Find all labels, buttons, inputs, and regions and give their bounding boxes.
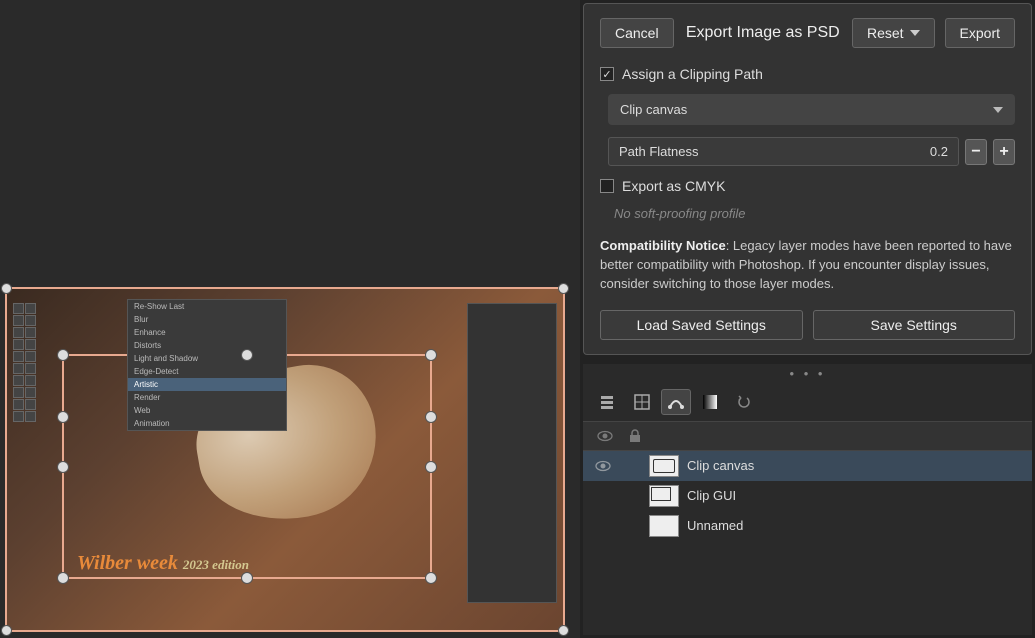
selection-handle[interactable] (57, 411, 69, 423)
path-thumbnail (649, 485, 679, 507)
path-label: Clip canvas (687, 458, 754, 473)
mode-paths[interactable] (661, 389, 691, 415)
path-flatness-value: 0.2 (930, 144, 948, 159)
canvas-image: Re-Show LastBlurEnhance DistortsLight an… (7, 289, 563, 630)
path-row[interactable]: Clip canvas (583, 451, 1032, 481)
outer-handle[interactable] (1, 283, 12, 294)
selection-handle[interactable] (241, 572, 253, 584)
paths-mode-bar (583, 383, 1032, 422)
export-cmyk-checkbox[interactable] (600, 179, 614, 193)
layers-icon (599, 393, 617, 411)
mode-layers[interactable] (593, 389, 623, 415)
selection-handle[interactable] (425, 349, 437, 361)
right-panels: Cancel Export Image as PSD Reset Export … (580, 0, 1035, 638)
selection-handle[interactable] (57, 461, 69, 473)
panel-drag-handle[interactable]: • • • (583, 364, 1032, 383)
dialog-title: Export Image as PSD (684, 24, 842, 42)
load-settings-button[interactable]: Load Saved Settings (600, 310, 803, 340)
mode-gradient[interactable] (695, 389, 725, 415)
selection-handle[interactable] (57, 572, 69, 584)
export-cmyk-label: Export as CMYK (622, 178, 725, 194)
chevron-down-icon (993, 107, 1003, 113)
path-label: Unnamed (687, 518, 743, 533)
clip-path-value: Clip canvas (620, 102, 687, 117)
paths-icon (667, 393, 685, 411)
outer-handle[interactable] (1, 625, 12, 636)
selection-handle[interactable] (425, 461, 437, 473)
outer-handle[interactable] (558, 625, 569, 636)
channels-icon (633, 393, 651, 411)
mini-side-panel (467, 303, 557, 603)
cancel-button[interactable]: Cancel (600, 18, 674, 48)
path-thumbnail (649, 455, 679, 477)
mode-undo[interactable] (729, 389, 759, 415)
path-row[interactable]: Unnamed (583, 511, 1032, 541)
selection-handle[interactable] (425, 572, 437, 584)
eye-icon (597, 428, 613, 444)
export-psd-dialog: Cancel Export Image as PSD Reset Export … (583, 3, 1032, 355)
path-thumbnail (649, 515, 679, 537)
flatness-increment[interactable]: + (993, 139, 1015, 165)
mode-channels[interactable] (627, 389, 657, 415)
path-label: Clip GUI (687, 488, 736, 503)
lock-icon (627, 428, 643, 444)
mini-toolbar (13, 303, 39, 422)
paths-panel: • • • (583, 364, 1032, 635)
filters-menu: Re-Show LastBlurEnhance DistortsLight an… (127, 299, 287, 431)
cmyk-hint: No soft-proofing profile (614, 206, 1015, 221)
assign-clip-checkbox[interactable] (600, 67, 614, 81)
chevron-down-icon (910, 30, 920, 36)
flatness-decrement[interactable]: − (965, 139, 987, 165)
undo-icon (735, 393, 753, 411)
canvas-caption: Wilber week 2023 edition (77, 552, 249, 575)
gradient-icon (701, 393, 719, 411)
selection-handle[interactable] (425, 411, 437, 423)
editor-canvas-pane: Re-Show LastBlurEnhance DistortsLight an… (0, 0, 580, 638)
selection-handle[interactable] (241, 349, 253, 361)
canvas-selection[interactable]: Re-Show LastBlurEnhance DistortsLight an… (5, 287, 565, 632)
selection-handle[interactable] (57, 349, 69, 361)
path-flatness-input[interactable]: Path Flatness 0.2 (608, 137, 959, 166)
compatibility-notice: Compatibility Notice: Legacy layer modes… (600, 237, 1015, 294)
save-settings-button[interactable]: Save Settings (813, 310, 1016, 340)
path-row[interactable]: Clip GUI (583, 481, 1032, 511)
assign-clip-label: Assign a Clipping Path (622, 66, 763, 82)
outer-handle[interactable] (558, 283, 569, 294)
path-flatness-label: Path Flatness (619, 144, 699, 159)
clip-path-select[interactable]: Clip canvas (608, 94, 1015, 125)
export-button[interactable]: Export (945, 18, 1015, 48)
reset-button[interactable]: Reset (852, 18, 935, 48)
eye-icon[interactable] (595, 458, 611, 474)
paths-column-header (583, 422, 1032, 451)
